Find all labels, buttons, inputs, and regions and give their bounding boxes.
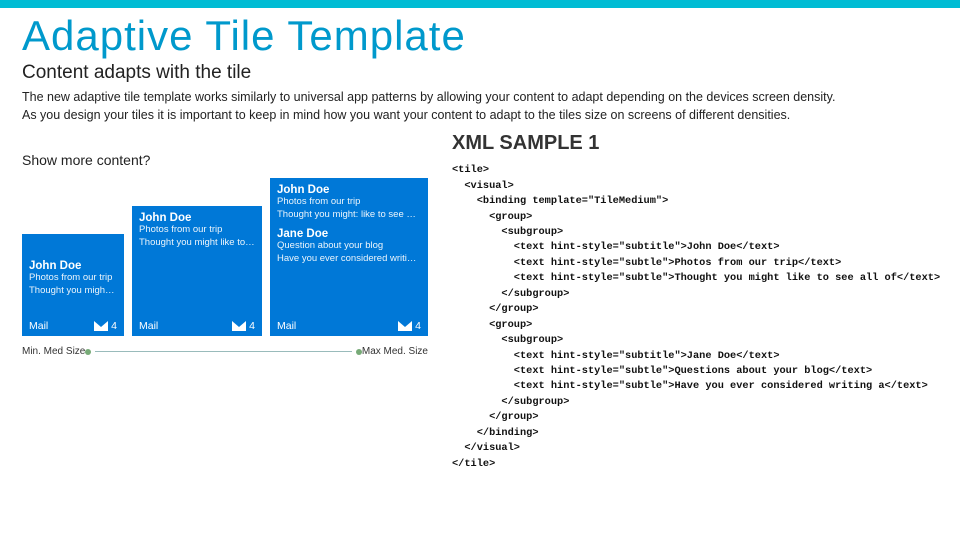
min-size-label: Min. Med Size xyxy=(22,346,85,357)
page-title: Adaptive Tile Template xyxy=(22,12,938,60)
range-dot xyxy=(85,349,91,355)
max-size-label: Max Med. Size xyxy=(362,346,428,357)
page-subtitle: Content adapts with the tile xyxy=(22,62,938,84)
xml-sample-heading: XML SAMPLE 1 xyxy=(452,132,940,155)
badge-count: 4 xyxy=(111,320,117,332)
mail-icon xyxy=(94,321,108,331)
mail-icon xyxy=(398,321,412,331)
msg-line: Thought you might like to see xyxy=(139,237,255,250)
tile-badge: 4 xyxy=(398,320,421,332)
msg-line: Thought you might: like to see all o xyxy=(277,209,421,222)
tile-app-label: Mail xyxy=(139,320,158,332)
msg-name: John Doe xyxy=(139,212,255,224)
xml-code-block: <tile> <visual> <binding template="TileM… xyxy=(452,163,940,472)
tiles-row: John Doe Photos from our trip Thought yo… xyxy=(22,178,428,336)
msg-line: Have you ever considered writing a xyxy=(277,253,421,266)
msg-line: Thought you might like to xyxy=(29,285,117,298)
mail-icon xyxy=(232,321,246,331)
tile-badge: 4 xyxy=(232,320,255,332)
top-accent-bar xyxy=(0,0,960,8)
show-more-label: Show more content? xyxy=(22,152,428,168)
tile-medium: John Doe Photos from our trip Thought yo… xyxy=(132,206,262,336)
msg-name: John Doe xyxy=(29,260,117,272)
size-range: Min. Med Size Max Med. Size xyxy=(22,346,428,357)
tile-large: John Doe Photos from our trip Thought yo… xyxy=(270,178,428,336)
msg-line: Photos from our trip xyxy=(277,196,421,209)
msg-line: Question about your blog xyxy=(277,240,421,253)
badge-count: 4 xyxy=(415,320,421,332)
page-description: The new adaptive tile template works sim… xyxy=(22,88,938,124)
badge-count: 4 xyxy=(249,320,255,332)
msg-name: Jane Doe xyxy=(277,228,421,240)
tile-badge: 4 xyxy=(94,320,117,332)
tile-app-label: Mail xyxy=(29,320,48,332)
msg-line: Photos from our trip xyxy=(139,224,255,237)
tile-app-label: Mail xyxy=(277,320,296,332)
msg-line: Photos from our trip xyxy=(29,272,117,285)
range-line xyxy=(95,351,352,352)
tile-small: John Doe Photos from our trip Thought yo… xyxy=(22,234,124,336)
msg-name: John Doe xyxy=(277,184,421,196)
